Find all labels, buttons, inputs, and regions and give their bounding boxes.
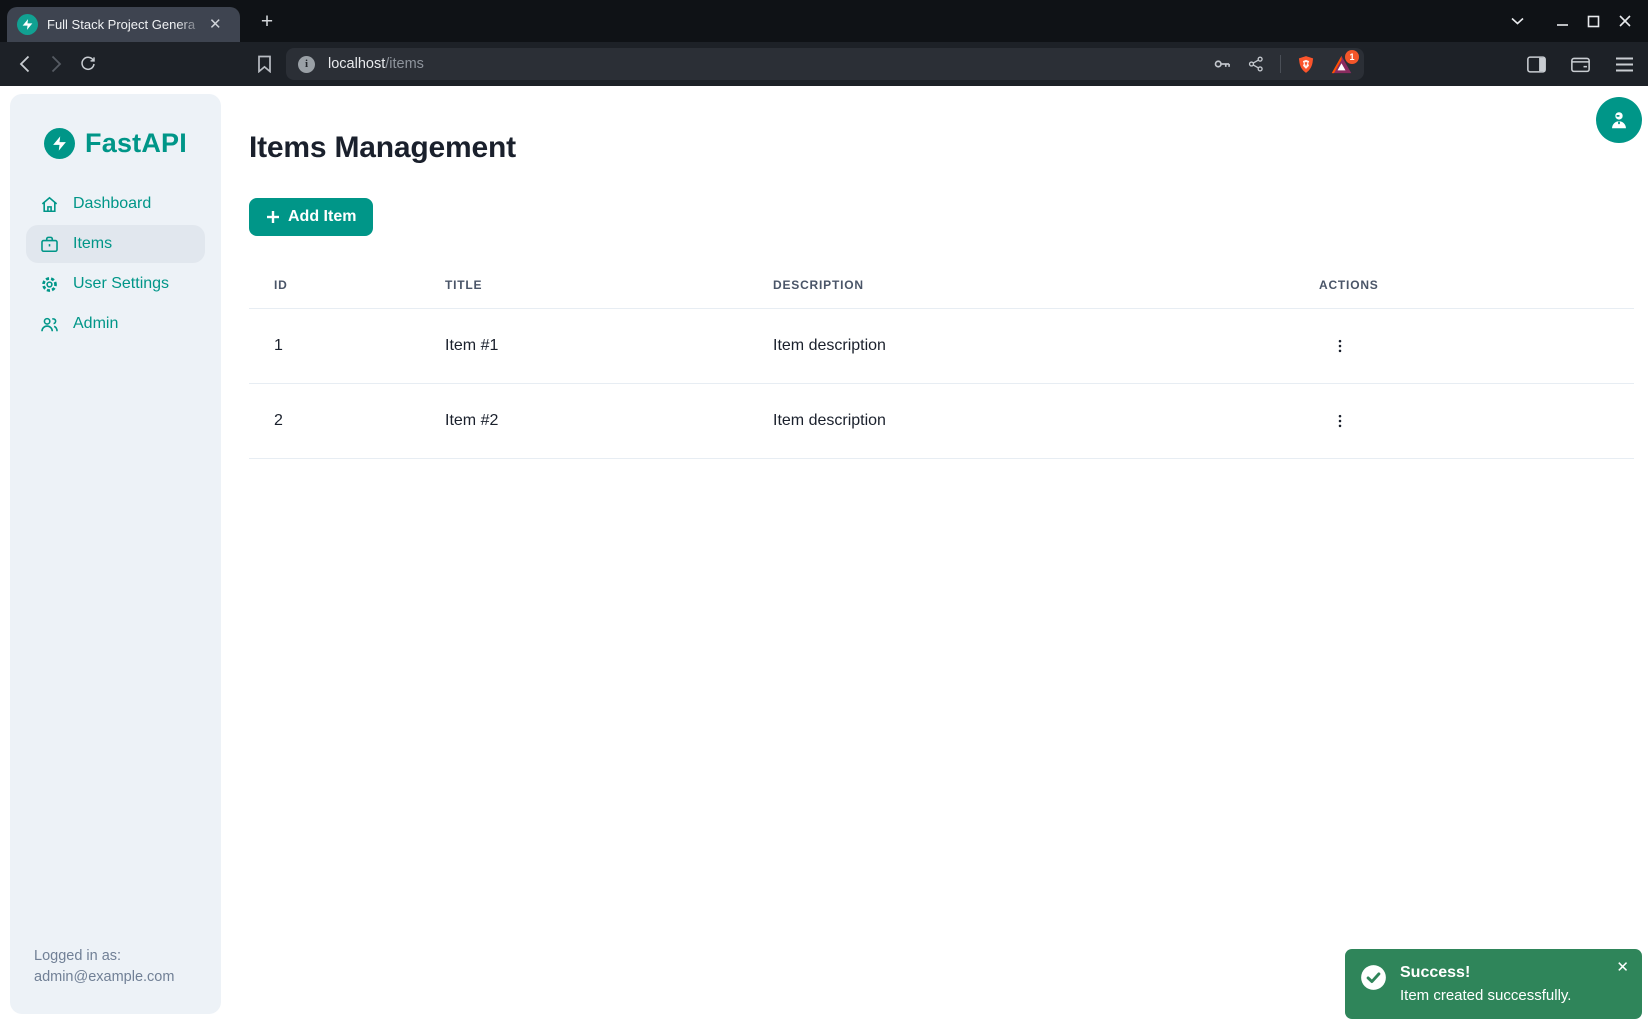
rewards-badge: 1 — [1345, 50, 1359, 64]
sidebar-item-items[interactable]: Items — [26, 225, 205, 263]
sidebar-item-label: Dashboard — [73, 195, 151, 213]
side-panel-icon[interactable] — [1522, 50, 1550, 78]
brave-shield-icon[interactable] — [1296, 54, 1316, 75]
tab-title-fade — [177, 17, 205, 32]
sidebar-item-label: Admin — [73, 315, 118, 333]
key-icon[interactable] — [1212, 54, 1232, 74]
tab-close-icon[interactable]: ✕ — [209, 17, 222, 32]
minimize-icon[interactable] — [1547, 0, 1578, 42]
row-actions-kebab-icon[interactable] — [1324, 330, 1356, 362]
cell-title: Item #2 — [445, 383, 773, 458]
window-controls — [1502, 0, 1640, 42]
briefcase-icon — [40, 235, 59, 254]
main-panel: Items Management Add Item ID TITLE DESCR… — [249, 86, 1634, 459]
logo-text: FastAPI — [85, 128, 187, 159]
cell-description: Item description — [773, 383, 1294, 458]
success-toast: Success! Item created successfully. ✕ — [1345, 949, 1642, 1019]
users-icon — [40, 315, 59, 334]
bookmark-icon[interactable] — [250, 50, 278, 78]
brave-rewards-icon[interactable]: 1 — [1331, 55, 1352, 74]
column-header-actions: ACTIONS — [1294, 263, 1634, 308]
sidebar-nav: Dashboard Items User Settings Admin — [10, 185, 221, 343]
url-bar[interactable]: i localhost/items 1 — [286, 48, 1364, 80]
sidebar: FastAPI Dashboard Items User Settings — [10, 94, 221, 1014]
logged-in-label: Logged in as: — [34, 946, 174, 967]
new-tab-button[interactable]: + — [254, 9, 280, 35]
page-title: Items Management — [249, 131, 1634, 165]
check-circle-icon — [1360, 964, 1387, 1019]
column-header-title: TITLE — [445, 263, 773, 308]
cell-id: 1 — [249, 308, 445, 383]
maximize-icon[interactable] — [1578, 0, 1609, 42]
close-window-icon[interactable] — [1609, 0, 1640, 42]
browser-toolbar: i localhost/items 1 — [0, 42, 1648, 86]
logged-in-email: admin@example.com — [34, 967, 174, 988]
toast-close-icon[interactable]: ✕ — [1612, 956, 1633, 979]
gear-icon — [40, 275, 59, 294]
user-menu-button[interactable] — [1596, 97, 1642, 143]
row-actions-kebab-icon[interactable] — [1324, 405, 1356, 437]
cell-description: Item description — [773, 308, 1294, 383]
table-header-row: ID TITLE DESCRIPTION ACTIONS — [249, 263, 1634, 308]
toast-message: Item created successfully. — [1400, 984, 1571, 1007]
table-row: 1 Item #1 Item description — [249, 308, 1634, 383]
app-content: FastAPI Dashboard Items User Settings — [0, 86, 1648, 1025]
reload-icon[interactable] — [74, 50, 102, 78]
user-avatar-icon — [1606, 107, 1632, 133]
url-text: localhost/items — [328, 56, 424, 72]
column-header-description: DESCRIPTION — [773, 263, 1294, 308]
table-row: 2 Item #2 Item description — [249, 383, 1634, 458]
tab-search-chevron-icon[interactable] — [1502, 0, 1533, 42]
cell-id: 2 — [249, 383, 445, 458]
fastapi-lightning-icon — [44, 128, 75, 159]
info-icon[interactable]: i — [298, 56, 315, 73]
tab-title: Full Stack Project Genera — [47, 17, 205, 32]
home-icon — [40, 195, 59, 214]
back-icon[interactable] — [10, 50, 38, 78]
share-icon[interactable] — [1247, 55, 1265, 73]
sidebar-item-dashboard[interactable]: Dashboard — [26, 185, 205, 223]
cell-title: Item #1 — [445, 308, 773, 383]
toolbar-divider — [1280, 55, 1281, 73]
menu-icon[interactable] — [1610, 50, 1638, 78]
sidebar-item-label: Items — [73, 235, 112, 253]
items-table: ID TITLE DESCRIPTION ACTIONS 1 Item #1 I… — [249, 263, 1634, 459]
sidebar-item-label: User Settings — [73, 275, 169, 293]
plus-icon — [266, 210, 280, 224]
logged-in-info: Logged in as: admin@example.com — [34, 946, 174, 988]
sidebar-item-admin[interactable]: Admin — [26, 305, 205, 343]
browser-titlebar: Full Stack Project Genera ✕ + — [0, 0, 1648, 42]
column-header-id: ID — [249, 263, 445, 308]
toast-title: Success! — [1400, 962, 1571, 984]
forward-icon[interactable] — [42, 50, 70, 78]
sidebar-item-user-settings[interactable]: User Settings — [26, 265, 205, 303]
browser-tab[interactable]: Full Stack Project Genera ✕ — [7, 7, 240, 42]
fastapi-logo: FastAPI — [10, 94, 221, 159]
wallet-icon[interactable] — [1566, 50, 1594, 78]
tab-favicon-lightning-icon — [17, 14, 38, 35]
add-item-button[interactable]: Add Item — [249, 198, 373, 236]
